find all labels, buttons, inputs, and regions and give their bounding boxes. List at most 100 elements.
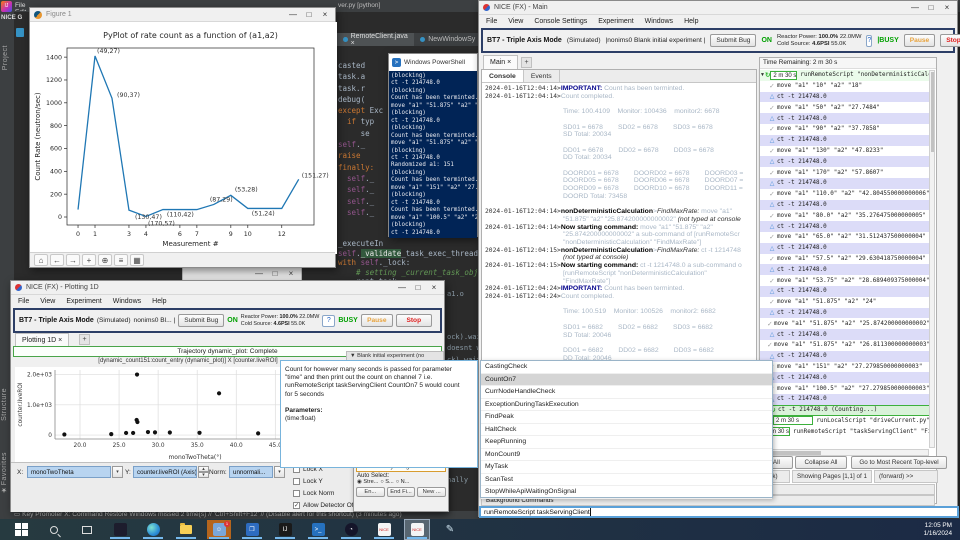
queue-row-ct[interactable]: △ct -t 214748.0 xyxy=(760,243,930,254)
file-explorer-icon[interactable] xyxy=(174,520,198,539)
menu-item-view[interactable]: View xyxy=(508,18,523,25)
queue-row-move[interactable]: ✓move "a1" "10" "a2" "18" xyxy=(760,81,930,92)
tab-main[interactable]: Main × xyxy=(483,55,518,69)
autocomplete-item[interactable]: MonCount9 xyxy=(481,449,772,462)
intellij-icon[interactable]: IJ xyxy=(273,520,297,539)
command-queue-list[interactable]: ▼↻2 m 30 srunRemoteScript "nonDeterminis… xyxy=(760,70,930,448)
queue-row-ct[interactable]: △ct -t 214748.0 xyxy=(760,156,930,167)
command-input[interactable]: runRemoteScript taskServingClient xyxy=(479,506,959,518)
powershell-titlebar[interactable]: > Windows PowerShell xyxy=(389,54,477,71)
menu-item-experiment[interactable]: Experiment xyxy=(598,18,633,25)
button-go-to-most-recent-top-level[interactable]: Go to Most Recent Top-level xyxy=(851,456,947,469)
menu-item-experiment[interactable]: Experiment xyxy=(66,298,101,305)
minimize-icon[interactable]: — xyxy=(285,8,301,22)
help-button[interactable]: ? xyxy=(322,315,335,327)
pause-button[interactable]: Pause xyxy=(361,314,393,327)
queue-row-ct[interactable]: △ct -t 214748.0 xyxy=(760,286,930,297)
button-collapse-all[interactable]: Collapse All xyxy=(795,456,847,469)
queue-row-move[interactable]: ✓move "a1" "57.5" "a2" "29.6304187500000… xyxy=(760,254,930,265)
sidebar-item-favorites[interactable]: ★Favorites xyxy=(1,452,9,494)
queue-row-ct[interactable]: △ct -t 214748.0 xyxy=(760,135,930,146)
editor-tab[interactable]: RemoteClient.java × xyxy=(337,33,414,46)
queue-row-ct[interactable]: △ct -t 214748.0 xyxy=(760,264,930,275)
spinner-down-icon[interactable]: ▾ xyxy=(198,472,209,478)
tab-plotting-1d[interactable]: Plotting 1D × xyxy=(15,333,69,346)
button-en[interactable]: En... xyxy=(356,487,385,497)
queue-row-move[interactable]: ✓move "a1" "100.5" "a2" "27.279850000000… xyxy=(760,383,930,394)
y-axis-select[interactable]: counter.liveROI (Axis) xyxy=(133,466,197,478)
queue-row-pending[interactable]: ●2 m 30 srunLocalScript "driveCurrent.py… xyxy=(760,416,930,427)
radio-stre...[interactable]: ◉ Stre... xyxy=(357,479,378,485)
queue-row-ct[interactable]: △ct -t 214748.0 xyxy=(760,394,930,405)
queue-row-ct[interactable]: △ct -t 214748.0 xyxy=(760,178,930,189)
autocomplete-item[interactable]: ExceptionDuringTaskExecution xyxy=(481,399,772,412)
autocomplete-dropdown[interactable]: CastingCheckCountOn7CurrNodeHandleCheckE… xyxy=(480,360,773,498)
checkbox-lock-y[interactable]: Lock Y xyxy=(293,478,323,485)
main-titlebar[interactable]: NICE (FX) - Main —□× xyxy=(479,1,957,15)
queue-row-ct[interactable]: △ct -t 214748.0 xyxy=(760,351,930,362)
minimize-icon[interactable]: — xyxy=(394,281,410,295)
add-tab-button[interactable]: + xyxy=(79,334,90,345)
photos-icon[interactable] xyxy=(108,520,132,539)
autocomplete-item[interactable]: ScanTest xyxy=(481,474,772,487)
tab-console[interactable]: Console xyxy=(482,70,524,82)
start-icon[interactable] xyxy=(9,520,33,539)
nice-icon[interactable]: NICE xyxy=(372,520,396,539)
close-icon[interactable]: × xyxy=(317,8,333,22)
ide-menu[interactable]: File Edit xyxy=(15,2,29,11)
add-tab-button[interactable]: + xyxy=(521,57,532,68)
radio-s...[interactable]: ○ S... xyxy=(380,479,393,485)
close-icon[interactable]: × xyxy=(939,1,955,15)
maximize-icon[interactable]: □ xyxy=(923,1,939,15)
queue-row-ct[interactable]: △ct -t 214748.0 xyxy=(760,329,930,340)
autocomplete-item[interactable]: HaltCheck xyxy=(481,424,772,437)
task-view-icon[interactable] xyxy=(75,520,99,539)
nice-active-icon[interactable]: NICE xyxy=(405,520,429,539)
figure-titlebar[interactable]: Figure 1 —□× xyxy=(30,8,335,22)
queue-hscrollbar[interactable] xyxy=(761,449,929,456)
queue-vscrollbar[interactable] xyxy=(929,70,935,448)
queue-row-move[interactable]: ✓move "a1" "51.875" "a2" "24" xyxy=(760,297,930,308)
people-icon[interactable]: ☺1 xyxy=(207,520,231,539)
powershell-console[interactable]: (blocking)ct -t 214748.0(blocking)Count … xyxy=(389,71,477,238)
close-icon[interactable]: × xyxy=(426,281,442,295)
search-icon[interactable] xyxy=(42,520,66,539)
maximize-icon[interactable]: □ xyxy=(267,267,283,281)
menu-item-file[interactable]: File xyxy=(486,18,497,25)
queue-row-move[interactable]: ✓move "a1" "151" "a2" "27.27985000000000… xyxy=(760,362,930,373)
menu-item-file[interactable]: File xyxy=(18,298,29,305)
autocomplete-item[interactable]: KeepRunning xyxy=(481,436,772,449)
maximize-icon[interactable]: □ xyxy=(301,8,317,22)
queue-row-ct[interactable]: △ct -t 214748.0 xyxy=(760,200,930,211)
queue-row-move[interactable]: ✓move "a1" "170" "a2" "57.8607" xyxy=(760,167,930,178)
queue-row-ct[interactable]: △ct -t 214748.0 xyxy=(760,92,930,103)
button-new[interactable]: New ... xyxy=(417,487,446,497)
tab-events[interactable]: Events xyxy=(524,70,560,82)
submit-bug-button[interactable]: Submit Bug xyxy=(178,314,224,327)
queue-row-pending[interactable]: ●2 m 30 srunRemoteScript "taskServingCli… xyxy=(760,426,930,437)
queue-row-counting[interactable]: ↻ct -t 214748.0 (Counting...) xyxy=(760,405,930,416)
configure-icon[interactable]: ≡ xyxy=(114,254,128,266)
queue-row-move[interactable]: ✓move "a1" "90" "a2" "37.7858" xyxy=(760,124,930,135)
back-icon[interactable]: ← xyxy=(50,254,64,266)
queue-row-move[interactable]: ✓move "a1" "50" "a2" "27.7484" xyxy=(760,102,930,113)
queue-row-ct[interactable]: △ct -t 214748.0 xyxy=(760,308,930,319)
queue-row-move[interactable]: ✓move "a1" "51.875" "a2" "26.81130000000… xyxy=(760,340,930,351)
queue-row-ct[interactable]: △ct -t 214748.0 xyxy=(760,113,930,124)
console-log[interactable]: 2024-01-16T12:04:14>IMPORTANT: Count has… xyxy=(482,83,756,362)
sidebar-item-project[interactable]: Project xyxy=(2,45,9,70)
zoom-icon[interactable]: ⊕ xyxy=(98,254,112,266)
sidebar-item-structure[interactable]: Structure xyxy=(1,388,8,421)
queue-row-move[interactable]: ✓move "a1" "53.75" "a2" "28.689409375000… xyxy=(760,275,930,286)
editor-tab[interactable]: NewWindowSy xyxy=(414,33,481,46)
pager-button[interactable]: (forward) >> xyxy=(874,470,938,483)
pause-button[interactable]: Pause xyxy=(904,34,935,47)
menu-item-help[interactable]: Help xyxy=(684,18,698,25)
minimize-icon[interactable]: — xyxy=(251,267,267,281)
editor-code-top[interactable]: castedtask.atask.rdebug(except Exc if ty… xyxy=(338,60,390,218)
autocomplete-item[interactable]: CastingCheck xyxy=(481,361,772,374)
save-icon[interactable]: ▦ xyxy=(130,254,144,266)
edge-icon[interactable] xyxy=(141,520,165,539)
help-button[interactable]: ? xyxy=(866,35,872,47)
queue-row-move[interactable]: ✓move "a1" "51.875" "a2" "25.87420000000… xyxy=(760,318,930,329)
